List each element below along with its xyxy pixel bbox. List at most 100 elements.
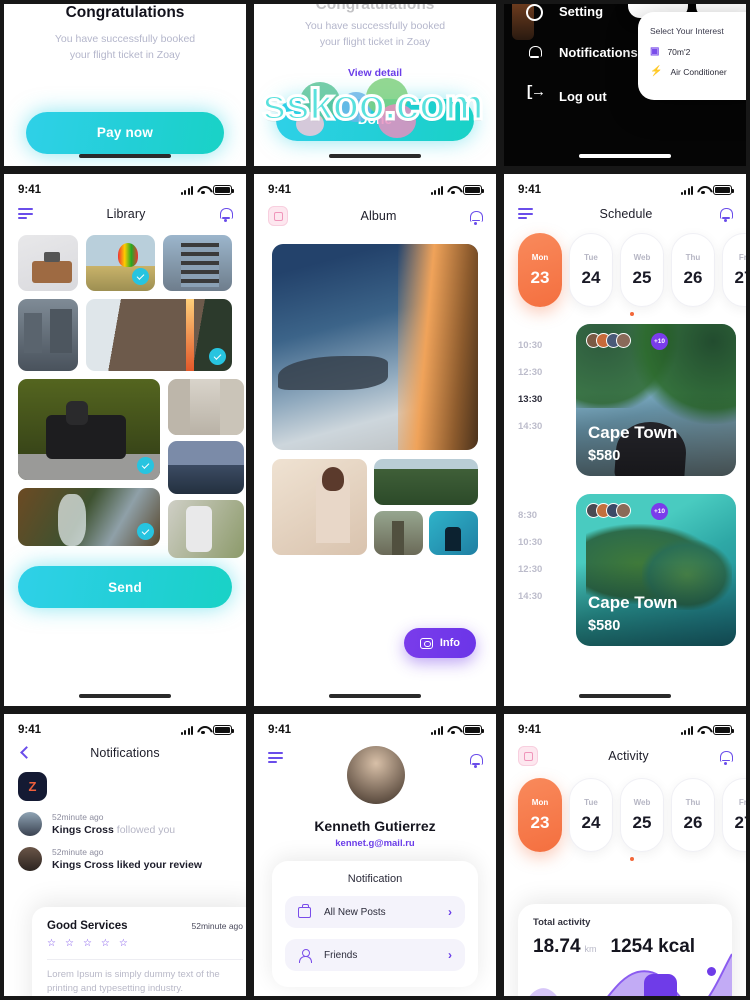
day-pill-mon[interactable]: Mon 23 — [518, 778, 562, 852]
send-button[interactable]: Send — [18, 566, 232, 608]
photo-tile[interactable] — [168, 500, 244, 558]
photo-tile-selected[interactable] — [18, 379, 160, 480]
album-photo[interactable] — [374, 459, 478, 505]
album-photo[interactable] — [429, 511, 478, 555]
day-pill-fri[interactable]: Fri 27 — [722, 778, 750, 852]
album-photo[interactable] — [374, 511, 423, 555]
bell-icon[interactable] — [719, 749, 733, 765]
day-number: 23 — [530, 267, 550, 287]
day-pill-fri[interactable]: Fri 27 — [722, 233, 750, 307]
back-square-icon[interactable] — [268, 206, 288, 226]
activity-chart: 18.74 km — [518, 944, 732, 1000]
day-pill-thu[interactable]: Thu 26 — [671, 778, 715, 852]
menu-icon[interactable] — [268, 752, 283, 763]
photo-tile-selected[interactable] — [18, 488, 160, 546]
congrats-subtitle-line2: your flight ticket in Zoay — [69, 49, 181, 62]
day-name: Tue — [584, 252, 598, 262]
menu-item-label: Log out — [559, 88, 607, 104]
status-time: 9:41 — [518, 724, 542, 736]
feature-label: Air Conditioner — [670, 66, 727, 77]
profile-item-all-new-posts[interactable]: All New Posts › — [285, 896, 465, 928]
day-pill-thu[interactable]: Thu 26 — [671, 233, 715, 307]
status-icons — [431, 725, 484, 735]
trip-card[interactable]: +10 Cape Town $580 — [576, 324, 736, 476]
bell-icon[interactable] — [469, 752, 483, 768]
extra-attendees-badge: +10 — [651, 503, 668, 520]
total-activity-label: Total activity — [533, 917, 591, 928]
album-hero-photo[interactable] — [272, 244, 478, 450]
photo-tile[interactable] — [168, 441, 244, 494]
wifi-icon — [697, 186, 709, 195]
info-button[interactable]: Info — [403, 628, 476, 658]
item-label: All New Posts — [324, 906, 386, 918]
notification-body: Kings Cross followed you — [52, 824, 175, 836]
page-title: Library — [106, 206, 146, 221]
back-icon[interactable] — [18, 746, 32, 760]
photo-tile[interactable] — [18, 299, 79, 371]
trip-card[interactable]: +10 Cape Town $580 — [576, 494, 736, 646]
page-dot — [630, 312, 634, 316]
bell-icon[interactable] — [469, 209, 483, 225]
screen-side-menu: Setting Notifications Log out Location T… — [500, 0, 750, 170]
battery-icon — [713, 725, 734, 735]
notification-time: 52minute ago — [52, 847, 104, 857]
status-bar: 9:41 — [254, 714, 496, 738]
photo-tile[interactable] — [18, 235, 78, 291]
pay-now-button[interactable]: Pay now — [26, 111, 224, 154]
nav-bar: Album — [254, 198, 496, 230]
status-time: 9:41 — [268, 724, 292, 736]
day-pill-tue[interactable]: Tue 24 — [569, 778, 613, 852]
day-pill-web[interactable]: Web 25 — [620, 778, 664, 852]
photo-tile-selected[interactable] — [86, 299, 232, 371]
status-time: 9:41 — [18, 724, 42, 736]
bag-icon — [298, 903, 311, 918]
menu-icon[interactable] — [518, 208, 533, 219]
status-bar: 9:41 — [4, 174, 246, 198]
wifi-icon — [447, 726, 459, 735]
photo-tile[interactable] — [162, 235, 232, 291]
back-square-icon[interactable] — [518, 746, 538, 766]
menu-item-label: Setting — [559, 4, 604, 19]
screenshot-grid: Congratulations You have successfully bo… — [0, 0, 750, 1000]
page-title: Album — [360, 209, 397, 223]
home-indicator — [579, 154, 671, 158]
user-icon — [298, 948, 312, 963]
album-content — [254, 244, 496, 555]
battery-icon — [463, 725, 484, 735]
status-icons — [681, 185, 734, 195]
photo-tile[interactable] — [168, 379, 244, 435]
menu-icon[interactable] — [18, 208, 33, 219]
day-pill-mon[interactable]: Mon 23 — [518, 233, 562, 307]
home-indicator — [579, 694, 671, 698]
day-number: 24 — [581, 812, 601, 832]
time-column: 10:30 12:30 13:30 14:30 — [518, 324, 576, 476]
status-bar: 9:41 — [504, 714, 746, 738]
time-slot: 10:30 — [518, 340, 543, 351]
view-detail-link[interactable]: View detail — [276, 67, 474, 79]
bell-icon[interactable] — [719, 206, 733, 222]
day-name: Fri — [738, 252, 750, 262]
day-name: Fri — [738, 797, 750, 807]
time-column: 8:30 10:30 12:30 14:30 — [518, 494, 576, 646]
avatar[interactable] — [347, 746, 405, 804]
star-rating[interactable]: ☆ ☆ ☆ ☆ ☆ — [47, 938, 243, 949]
day-pill-tue[interactable]: Tue 24 — [569, 233, 613, 307]
logout-icon — [525, 84, 543, 105]
home-indicator — [79, 694, 171, 698]
tooltip-value: 18.74 — [649, 996, 673, 1000]
notification-item[interactable]: 52minute ago Kings Cross liked your revi… — [18, 847, 232, 871]
album-photo[interactable] — [272, 459, 367, 555]
avatar — [616, 503, 631, 518]
profile-email[interactable]: kennet.g@mail.ru — [272, 838, 478, 849]
day-pill-web[interactable]: Web 25 — [620, 233, 664, 307]
bell-icon[interactable] — [219, 206, 233, 222]
photo-tile-selected[interactable] — [85, 235, 155, 291]
star-icon: ☆ — [47, 937, 56, 949]
signal-icon — [681, 725, 693, 735]
nav-bar — [254, 738, 496, 808]
library-col — [168, 379, 244, 558]
day-number: 23 — [530, 812, 550, 832]
done-button[interactable]: Done — [276, 98, 474, 141]
profile-item-friends[interactable]: Friends › — [285, 939, 465, 971]
notification-item[interactable]: 52minute ago Kings Cross followed you — [18, 812, 232, 836]
